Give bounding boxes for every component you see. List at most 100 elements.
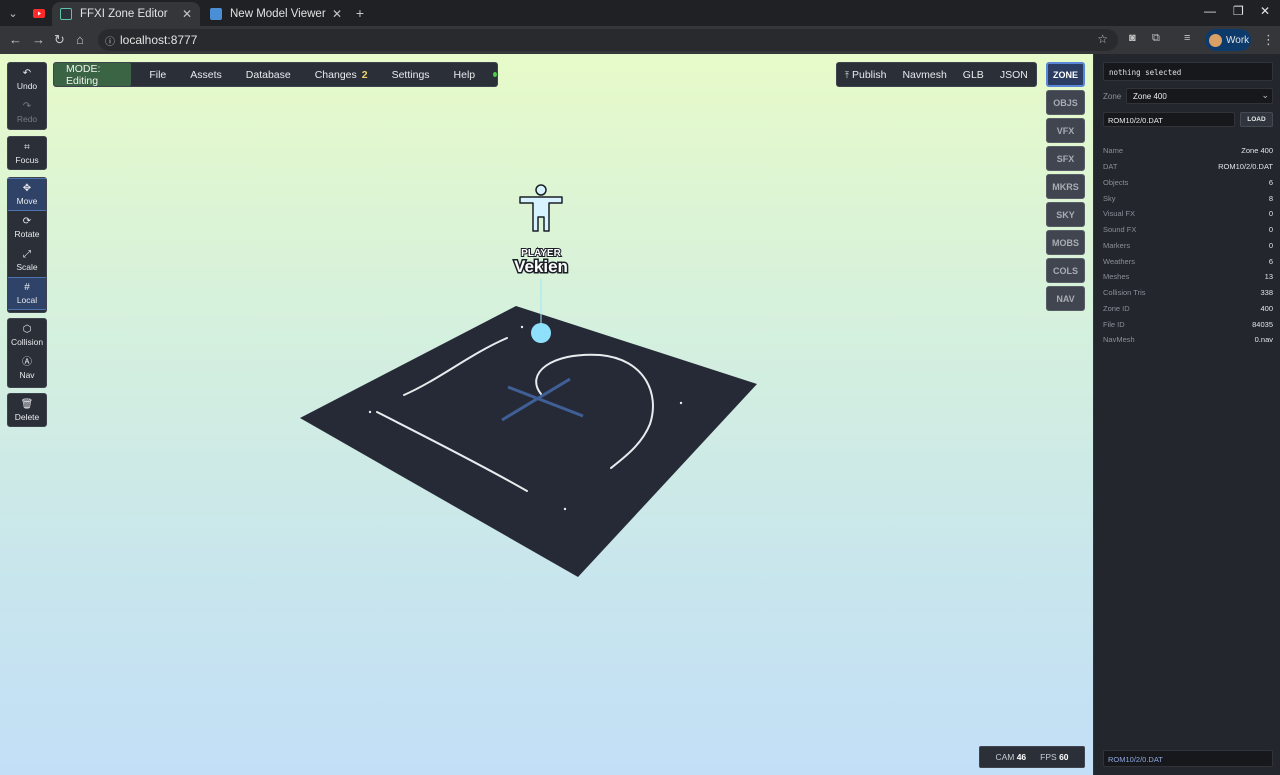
- tab-nav[interactable]: NAV: [1046, 286, 1085, 311]
- load-button[interactable]: LOAD: [1240, 112, 1273, 127]
- fps-readout: FPS 60: [1040, 752, 1068, 762]
- player-name: Vekien: [514, 257, 568, 276]
- youtube-tab-icon[interactable]: [30, 4, 48, 22]
- media-icon[interactable]: ≡: [1184, 32, 1190, 44]
- tab-zone[interactable]: ZONE: [1046, 62, 1085, 87]
- viewer-favicon-icon: [210, 8, 222, 20]
- glb-button[interactable]: GLB: [955, 69, 992, 81]
- close-window-icon[interactable]: ✕: [1260, 4, 1270, 18]
- local-space-toggle[interactable]: # Local: [8, 277, 46, 310]
- profile-button[interactable]: Work: [1205, 29, 1251, 51]
- home-icon[interactable]: ⌂: [76, 32, 84, 47]
- tab-title: FFXI Zone Editor: [80, 8, 168, 20]
- redo-icon: ↷: [22, 101, 32, 112]
- property-key: Weathers: [1103, 256, 1135, 266]
- marker-dot: [520, 325, 524, 329]
- trash-icon: 🗑: [20, 399, 34, 410]
- zone-select[interactable]: Zone 400 ⌄: [1126, 88, 1273, 104]
- bookmark-star-icon[interactable]: ☆: [1097, 32, 1108, 46]
- property-key: File ID: [1103, 319, 1125, 329]
- new-tab-button[interactable]: +: [351, 4, 369, 22]
- rotate-icon: ⟳: [22, 216, 32, 227]
- dat-path-input[interactable]: ROM10/2/0.DAT: [1103, 112, 1235, 127]
- player-marker[interactable]: [531, 323, 551, 343]
- screenshot-icon[interactable]: ◙: [1129, 32, 1136, 44]
- publish-label: Publish: [851, 68, 887, 81]
- tab-ffxi-zone-editor[interactable]: FFXI Zone Editor ✕: [52, 2, 200, 26]
- tab-mobs[interactable]: MOBS: [1046, 230, 1085, 255]
- editor-favicon-icon: [60, 8, 72, 20]
- property-row: Weathers 6: [1103, 253, 1273, 269]
- nav-toggle[interactable]: Ⓐ Nav: [8, 352, 46, 385]
- property-value: 6: [1268, 177, 1273, 187]
- property-value: 400: [1260, 303, 1273, 313]
- navmesh-button[interactable]: Navmesh: [894, 69, 954, 81]
- view-tool-group: ⌗ Focus: [7, 136, 47, 170]
- property-row: Zone ID 400: [1103, 301, 1273, 317]
- connection-status-dot: [493, 72, 497, 77]
- menu-database[interactable]: Database: [234, 69, 303, 81]
- redo-label: Redo: [16, 114, 38, 124]
- tab-cols[interactable]: COLS: [1046, 258, 1085, 283]
- tab-mkrs[interactable]: MKRS: [1046, 174, 1085, 199]
- tab-objs[interactable]: OBJS: [1046, 90, 1085, 115]
- close-tab-icon[interactable]: ✕: [332, 7, 342, 21]
- zone-floor[interactable]: [300, 306, 757, 577]
- tab-vfx[interactable]: VFX: [1046, 118, 1085, 143]
- site-info-icon[interactable]: ⓘ: [105, 33, 115, 48]
- changes-label: Changes: [314, 68, 357, 81]
- local-label: Local: [16, 295, 38, 305]
- delete-label: Delete: [14, 412, 40, 422]
- property-value: ROM10/2/0.DAT: [1218, 162, 1273, 172]
- focus-button[interactable]: ⌗ Focus: [8, 137, 46, 170]
- undo-icon: ↶: [22, 68, 32, 79]
- delete-button[interactable]: 🗑 Delete: [8, 394, 46, 427]
- player-figure-icon[interactable]: [519, 184, 563, 232]
- tab-model-viewer[interactable]: New Model Viewer: DATura - FF ✕: [202, 2, 350, 26]
- collision-toggle[interactable]: ⬡ Collision: [8, 319, 46, 352]
- back-icon[interactable]: ←: [9, 32, 22, 47]
- browser-menu-icon[interactable]: ⋮: [1262, 32, 1275, 48]
- address-bar[interactable]: ⓘ localhost:8777 ☆: [98, 29, 1118, 51]
- fps-label: FPS: [1040, 752, 1057, 762]
- json-button[interactable]: JSON: [992, 69, 1036, 81]
- collision-label: Collision: [10, 337, 44, 347]
- scale-tool-button[interactable]: ⤢ Scale: [8, 244, 46, 277]
- forward-icon[interactable]: →: [32, 32, 45, 47]
- menu-file[interactable]: File: [137, 69, 178, 81]
- tab-sky[interactable]: SKY: [1046, 202, 1085, 227]
- restore-icon[interactable]: ❐: [1233, 4, 1244, 18]
- marker-dot: [679, 401, 683, 405]
- property-row: Name Zone 400: [1103, 143, 1273, 159]
- publish-button[interactable]: ⤒ Publish: [837, 69, 894, 81]
- scene-canvas[interactable]: PLAYER Vekien: [0, 54, 1093, 775]
- menu-assets[interactable]: Assets: [178, 69, 234, 81]
- property-key: Sound FX: [1103, 225, 1137, 235]
- move-tool-button[interactable]: ✥ Move: [8, 178, 46, 211]
- zone-properties: Name Zone 400 DAT ROM10/2/0.DAT Objects 6 S…: [1103, 143, 1273, 348]
- property-value: 0.nav: [1254, 335, 1273, 345]
- menu-settings[interactable]: Settings: [380, 69, 442, 81]
- menu-help[interactable]: Help: [442, 69, 488, 81]
- marker-dot: [368, 410, 372, 414]
- property-row: Sky 8: [1103, 190, 1273, 206]
- property-row: Objects 6: [1103, 175, 1273, 191]
- extensions-icon[interactable]: ⧉: [1152, 32, 1160, 45]
- property-value: 84035: [1252, 319, 1273, 329]
- rotate-tool-button[interactable]: ⟳ Rotate: [8, 211, 46, 244]
- zone-label: Zone: [1103, 92, 1122, 101]
- close-tab-icon[interactable]: ✕: [182, 7, 192, 21]
- mode-toggle-button[interactable]: MODE: Editing: [54, 63, 132, 87]
- menu-changes[interactable]: Changes 2: [303, 69, 380, 81]
- changes-count-badge: 2: [361, 68, 368, 81]
- reload-icon[interactable]: ↻: [54, 32, 65, 48]
- chevron-down-icon: ⌄: [1261, 90, 1269, 100]
- redo-button[interactable]: ↷ Redo: [8, 96, 46, 129]
- tab-title: New Model Viewer: DATura - FF: [230, 8, 326, 20]
- undo-button[interactable]: ↶ Undo: [8, 63, 46, 96]
- tab-sfx[interactable]: SFX: [1046, 146, 1085, 171]
- property-key: Collision Tris: [1103, 288, 1146, 298]
- scene-viewport[interactable]: PLAYER Vekien ↶ Undo ↷ Redo ⌗ Focus ✥ Move ⟳…: [0, 54, 1093, 775]
- minimize-icon[interactable]: —: [1204, 4, 1216, 18]
- tab-search-icon[interactable]: ⌄: [4, 4, 22, 22]
